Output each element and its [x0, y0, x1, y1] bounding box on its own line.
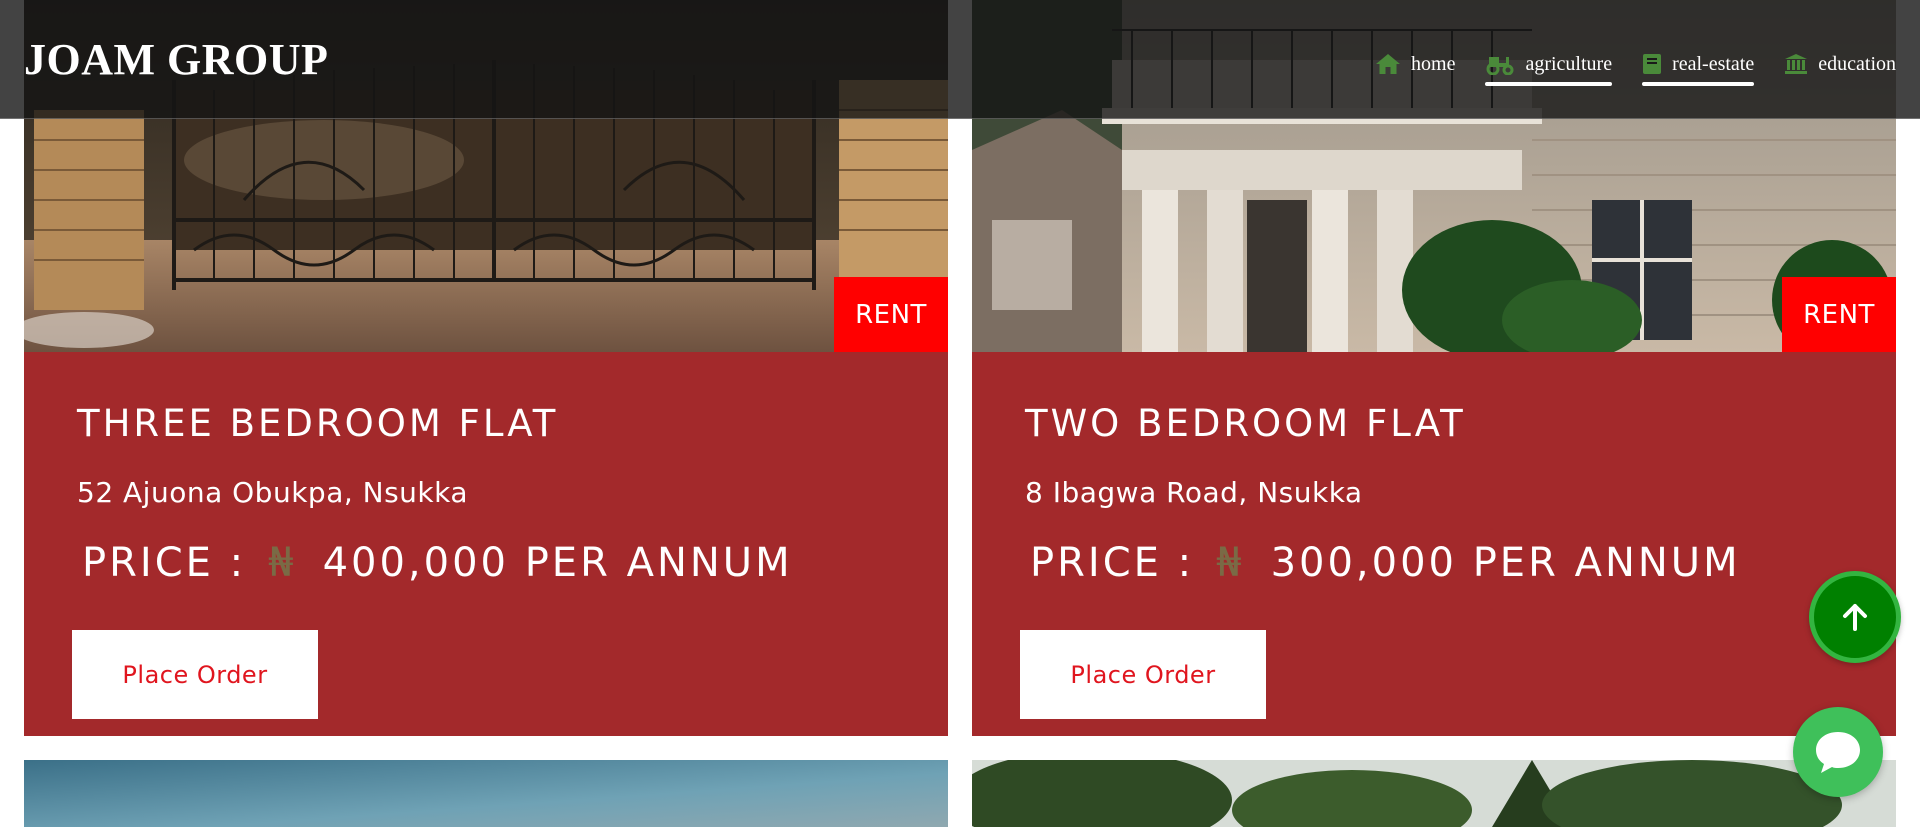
listing-address: 8 Ibagwa Road, Nsukka — [1025, 476, 1363, 509]
place-order-button[interactable]: Place Order — [1020, 630, 1266, 719]
nav-item-agriculture[interactable]: agriculture — [1485, 44, 1613, 86]
listing-address: 52 Ajuona Obukpa, Nsukka — [77, 476, 469, 509]
nav-item-home[interactable]: home — [1375, 44, 1455, 84]
listing-details: TWO BEDROOM FLAT 8 Ibagwa Road, Nsukka P… — [972, 352, 1896, 736]
nav-label: real-estate — [1672, 52, 1755, 75]
chat-bubble-icon — [1816, 732, 1860, 773]
arrow-up-icon — [1843, 604, 1867, 631]
main-nav: home agriculture real-estate education — [1345, 44, 1896, 86]
home-icon — [1376, 54, 1401, 74]
chat-button[interactable] — [1793, 707, 1883, 797]
property-photo-sky — [24, 760, 948, 827]
scroll-to-top-button[interactable] — [1809, 571, 1901, 663]
rent-badge: RENT — [1782, 277, 1896, 352]
naira-icon: ₦ — [1216, 540, 1245, 586]
nav-item-real-estate[interactable]: real-estate — [1642, 44, 1755, 86]
listing-details: THREE BEDROOM FLAT 52 Ajuona Obukpa, Nsu… — [24, 352, 948, 736]
institution-icon — [1785, 54, 1808, 74]
tractor-icon — [1486, 57, 1514, 75]
price-value: 400,000 PER ANNUM — [322, 540, 793, 586]
listing-title: TWO BEDROOM FLAT — [1025, 402, 1466, 445]
price-value: 300,000 PER ANNUM — [1270, 540, 1741, 586]
rent-badge: RENT — [834, 277, 948, 352]
listing-price: PRICE : ₦ 300,000 PER ANNUM — [1030, 540, 1741, 586]
nav-label: agriculture — [1525, 52, 1613, 75]
brand-logo[interactable]: JOAM GROUP — [24, 34, 328, 85]
property-photo-trees — [972, 760, 1896, 827]
top-navbar: JOAM GROUP home agriculture real-estate … — [0, 0, 1920, 119]
nav-item-education[interactable]: education — [1784, 44, 1896, 84]
price-label: PRICE : — [82, 540, 247, 586]
listing-title: THREE BEDROOM FLAT — [77, 402, 559, 445]
nav-label: home — [1411, 52, 1456, 75]
nav-label: education — [1818, 52, 1896, 75]
price-label: PRICE : — [1030, 540, 1195, 586]
listing-price: PRICE : ₦ 400,000 PER ANNUM — [82, 540, 793, 586]
naira-icon: ₦ — [268, 540, 297, 586]
book-icon — [1643, 54, 1662, 74]
place-order-button[interactable]: Place Order — [72, 630, 318, 719]
